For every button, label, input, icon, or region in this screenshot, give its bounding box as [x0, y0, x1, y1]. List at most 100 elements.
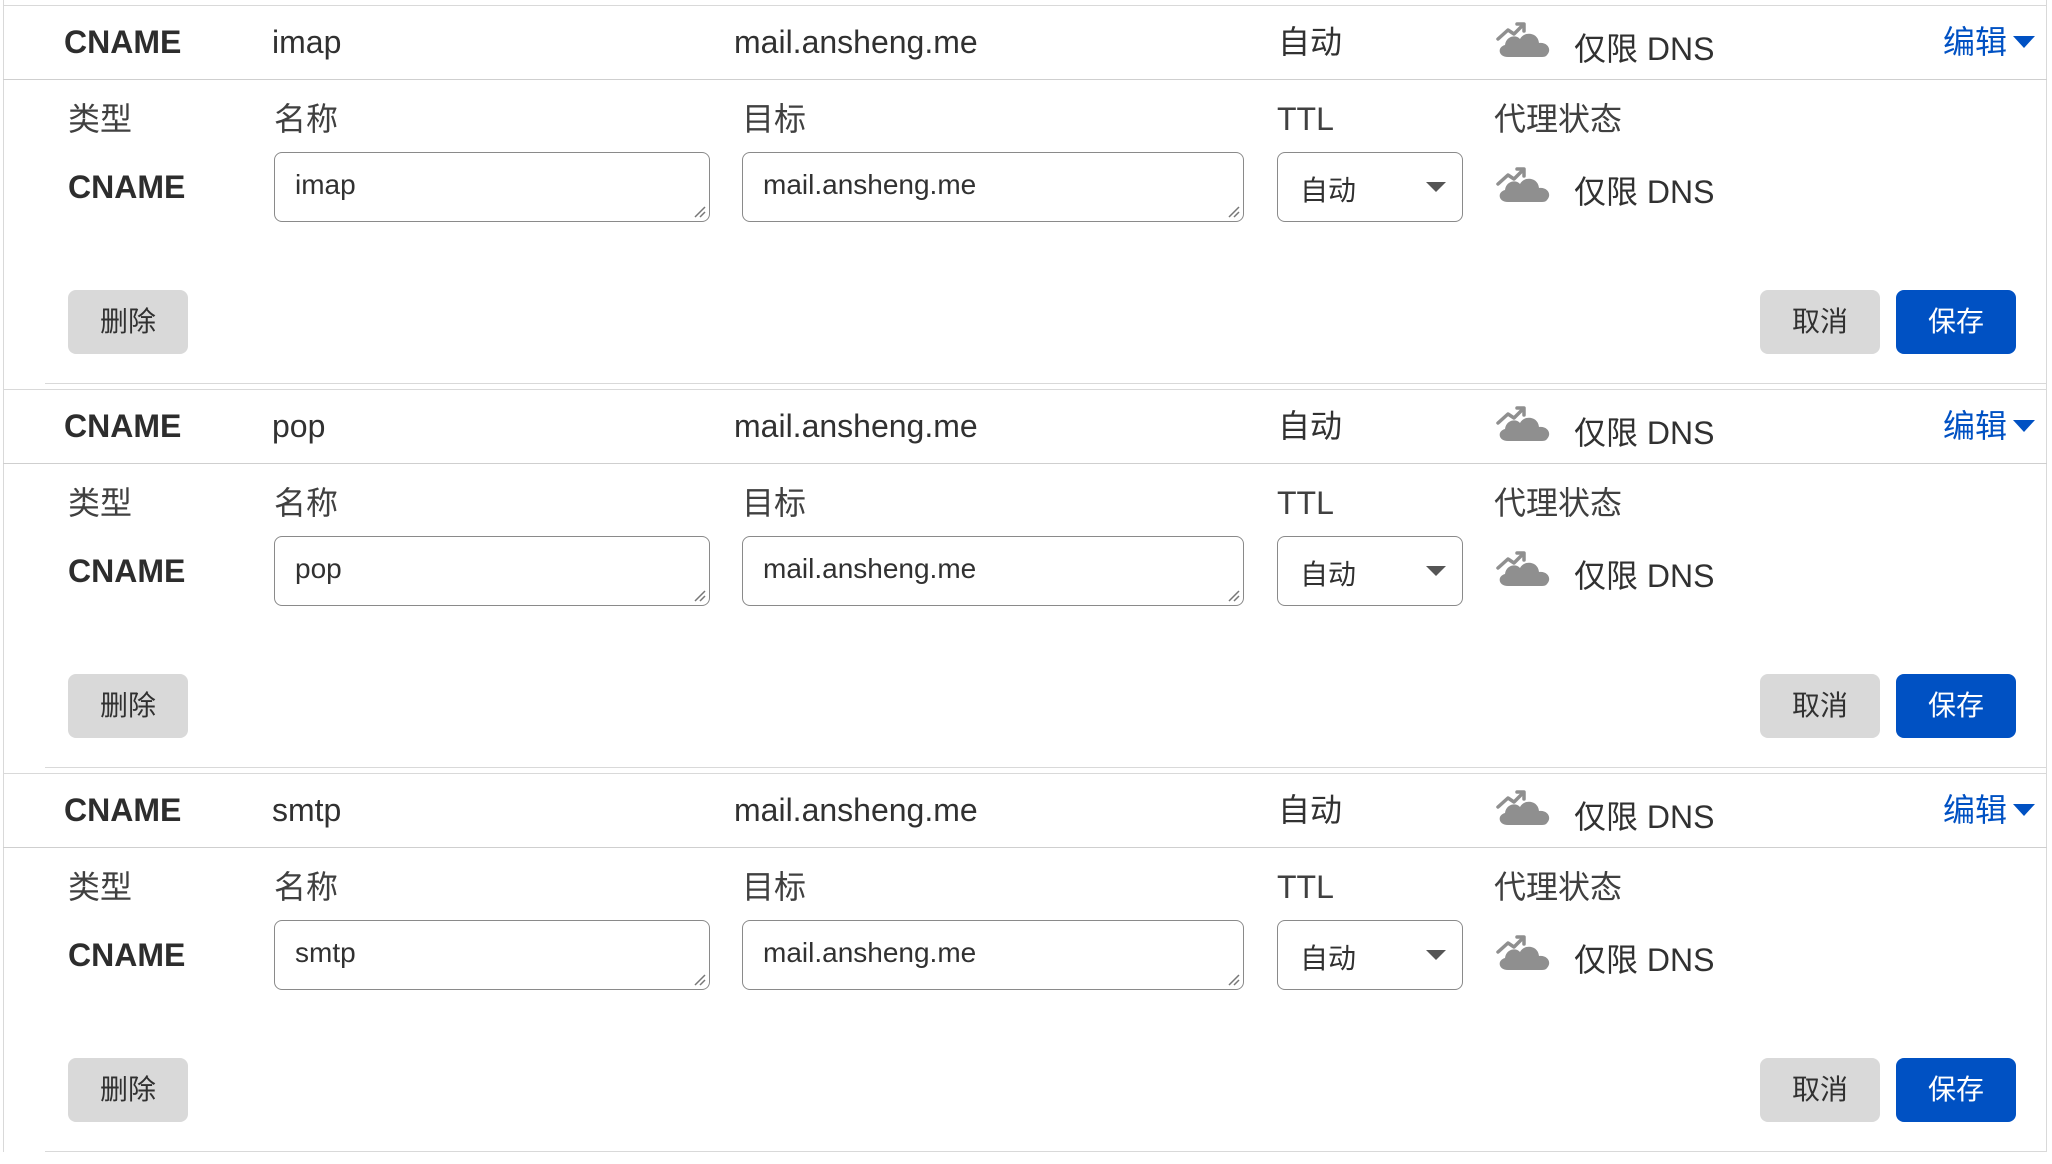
edit-label: 编辑: [1943, 24, 2008, 60]
edit-dropdown-button[interactable]: 编辑: [1943, 406, 2036, 446]
caret-down-icon: [2013, 36, 2036, 48]
record-ttl: 自动: [1278, 24, 1343, 60]
dns-records-list: CNAME imap mail.ansheng.me 自动 仅限 DNS 编辑 …: [0, 0, 2052, 1164]
dropdown-arrow-icon: [1426, 182, 1446, 192]
resize-grip-icon[interactable]: [1226, 972, 1240, 986]
ttl-label: TTL: [1277, 485, 1334, 521]
proxy-status-label: 代理状态: [1494, 869, 1623, 905]
dns-only-cloud-icon: [1494, 401, 1554, 445]
proxy-status-label: 代理状态: [1494, 101, 1623, 137]
resize-grip-icon[interactable]: [692, 972, 706, 986]
name-field-wrapper: [274, 536, 710, 606]
resize-grip-icon[interactable]: [1226, 204, 1240, 218]
record-ttl: 自动: [1278, 792, 1343, 828]
edit-dropdown-button[interactable]: 编辑: [1943, 22, 2036, 62]
record-proxy-status: 仅限 DNS: [1574, 799, 1715, 835]
dns-record: CNAME imap mail.ansheng.me 自动 仅限 DNS 编辑 …: [0, 0, 2052, 384]
dns-only-cloud-icon: [1494, 17, 1554, 61]
record-target: mail.ansheng.me: [734, 408, 978, 444]
record-divider-bottom: [45, 1151, 2047, 1152]
dropdown-arrow-icon: [1426, 566, 1446, 576]
record-target: mail.ansheng.me: [734, 792, 978, 828]
record-divider-top: [3, 5, 2047, 6]
resize-grip-icon[interactable]: [1226, 588, 1240, 602]
target-field-wrapper: [742, 152, 1244, 222]
proxy-status-label: 代理状态: [1494, 485, 1623, 521]
edit-label: 编辑: [1943, 408, 2008, 444]
name-input[interactable]: [274, 536, 710, 606]
record-divider-top: [3, 389, 2047, 390]
resize-grip-icon[interactable]: [692, 204, 706, 218]
record-border-right: [2046, 768, 2047, 1152]
record-target: mail.ansheng.me: [734, 24, 978, 60]
target-input[interactable]: [742, 920, 1244, 990]
type-value: CNAME: [68, 553, 186, 589]
proxy-status-value: 仅限 DNS: [1574, 174, 1715, 210]
ttl-select-value: 自动: [1300, 943, 1357, 974]
ttl-select[interactable]: 自动: [1277, 152, 1463, 222]
record-proxy-status: 仅限 DNS: [1574, 31, 1715, 67]
dns-only-cloud-icon[interactable]: [1494, 162, 1554, 206]
target-field-wrapper: [742, 536, 1244, 606]
cancel-button[interactable]: 取消: [1760, 290, 1880, 354]
proxy-status-value: 仅限 DNS: [1574, 942, 1715, 978]
ttl-select-value: 自动: [1300, 559, 1357, 590]
record-name: smtp: [272, 792, 342, 828]
name-label: 名称: [274, 869, 339, 905]
type-value: CNAME: [68, 169, 186, 205]
caret-down-icon: [2013, 420, 2036, 432]
resize-grip-icon[interactable]: [692, 588, 706, 602]
record-type: CNAME: [64, 408, 182, 444]
proxy-status-value: 仅限 DNS: [1574, 558, 1715, 594]
ttl-select[interactable]: 自动: [1277, 536, 1463, 606]
record-name: imap: [272, 24, 342, 60]
record-divider-top: [3, 773, 2047, 774]
cancel-button[interactable]: 取消: [1760, 674, 1880, 738]
name-input[interactable]: [274, 152, 710, 222]
name-field-wrapper: [274, 920, 710, 990]
target-label: 目标: [742, 101, 807, 137]
record-border-left: [3, 0, 4, 384]
dns-record: CNAME pop mail.ansheng.me 自动 仅限 DNS 编辑 类…: [0, 384, 2052, 768]
record-border-left: [3, 384, 4, 768]
name-field-wrapper: [274, 152, 710, 222]
record-type: CNAME: [64, 24, 182, 60]
edit-dropdown-button[interactable]: 编辑: [1943, 790, 2036, 830]
name-input[interactable]: [274, 920, 710, 990]
delete-button[interactable]: 删除: [68, 674, 188, 738]
name-label: 名称: [274, 101, 339, 137]
save-button[interactable]: 保存: [1896, 1058, 2016, 1122]
record-divider-middle: [3, 847, 2047, 848]
caret-down-icon: [2013, 804, 2036, 816]
ttl-select-value: 自动: [1300, 175, 1357, 206]
record-border-right: [2046, 384, 2047, 768]
ttl-label: TTL: [1277, 101, 1334, 137]
type-value: CNAME: [68, 937, 186, 973]
ttl-select[interactable]: 自动: [1277, 920, 1463, 990]
dns-only-cloud-icon[interactable]: [1494, 546, 1554, 590]
record-border-left: [3, 768, 4, 1152]
save-button[interactable]: 保存: [1896, 290, 2016, 354]
delete-button[interactable]: 删除: [68, 290, 188, 354]
record-proxy-status: 仅限 DNS: [1574, 415, 1715, 451]
cancel-button[interactable]: 取消: [1760, 1058, 1880, 1122]
record-ttl: 自动: [1278, 408, 1343, 444]
record-border-right: [2046, 0, 2047, 384]
type-label: 类型: [68, 101, 133, 137]
dns-only-cloud-icon[interactable]: [1494, 930, 1554, 974]
target-label: 目标: [742, 485, 807, 521]
name-label: 名称: [274, 485, 339, 521]
target-input[interactable]: [742, 536, 1244, 606]
dropdown-arrow-icon: [1426, 950, 1446, 960]
dns-record: CNAME smtp mail.ansheng.me 自动 仅限 DNS 编辑 …: [0, 768, 2052, 1152]
type-label: 类型: [68, 869, 133, 905]
target-label: 目标: [742, 869, 807, 905]
save-button[interactable]: 保存: [1896, 674, 2016, 738]
delete-button[interactable]: 删除: [68, 1058, 188, 1122]
target-input[interactable]: [742, 152, 1244, 222]
type-label: 类型: [68, 485, 133, 521]
dns-only-cloud-icon: [1494, 785, 1554, 829]
record-divider-middle: [3, 79, 2047, 80]
record-name: pop: [272, 408, 326, 444]
target-field-wrapper: [742, 920, 1244, 990]
